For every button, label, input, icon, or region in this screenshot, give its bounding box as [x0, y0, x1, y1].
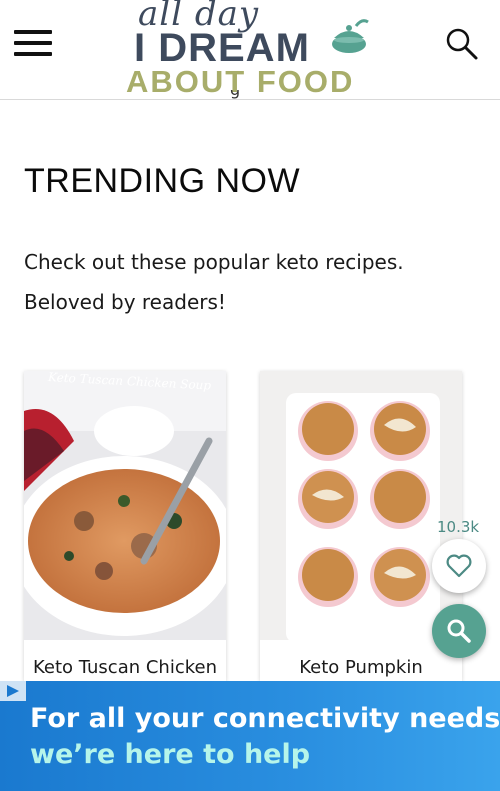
site-logo[interactable]: all day I DREAM ABOUT FOOD: [120, 0, 380, 100]
heart-icon: [446, 554, 472, 578]
cut-off-text: g: [230, 90, 242, 100]
pot-logo-icon: [332, 19, 369, 53]
menu-bar: [14, 41, 52, 45]
ad-subheadline: we’re here to help: [30, 739, 311, 770]
floating-search-button[interactable]: [432, 604, 486, 658]
like-button[interactable]: [432, 539, 486, 593]
hamburger-menu-button[interactable]: [14, 30, 54, 60]
menu-bar: [14, 30, 52, 34]
recipe-title[interactable]: Keto Tuscan Chicken: [24, 657, 226, 678]
header-search-button[interactable]: [444, 26, 484, 66]
recipe-card[interactable]: Keto Tuscan Chicken Soup Keto Tuscan Chi…: [24, 371, 226, 681]
menu-bar: [14, 52, 52, 56]
like-count: 10.3k: [437, 518, 480, 536]
ad-headline: For all your connectivity needs,: [30, 703, 500, 734]
search-icon: [446, 28, 478, 60]
site-header: all day I DREAM ABOUT FOOD: [0, 0, 500, 100]
ad-banner[interactable]: For all your connectivity needs, we’re h…: [0, 681, 500, 791]
ad-choices-icon[interactable]: [0, 681, 26, 701]
section-heading: TRENDING NOW: [24, 162, 301, 200]
recipe-image: [260, 371, 462, 640]
recipe-title[interactable]: Keto Pumpkin: [260, 657, 462, 678]
section-intro: Check out these popular keto recipes. Be…: [24, 250, 404, 314]
search-icon: [447, 619, 471, 643]
recipe-image: Keto Tuscan Chicken Soup: [24, 371, 226, 640]
